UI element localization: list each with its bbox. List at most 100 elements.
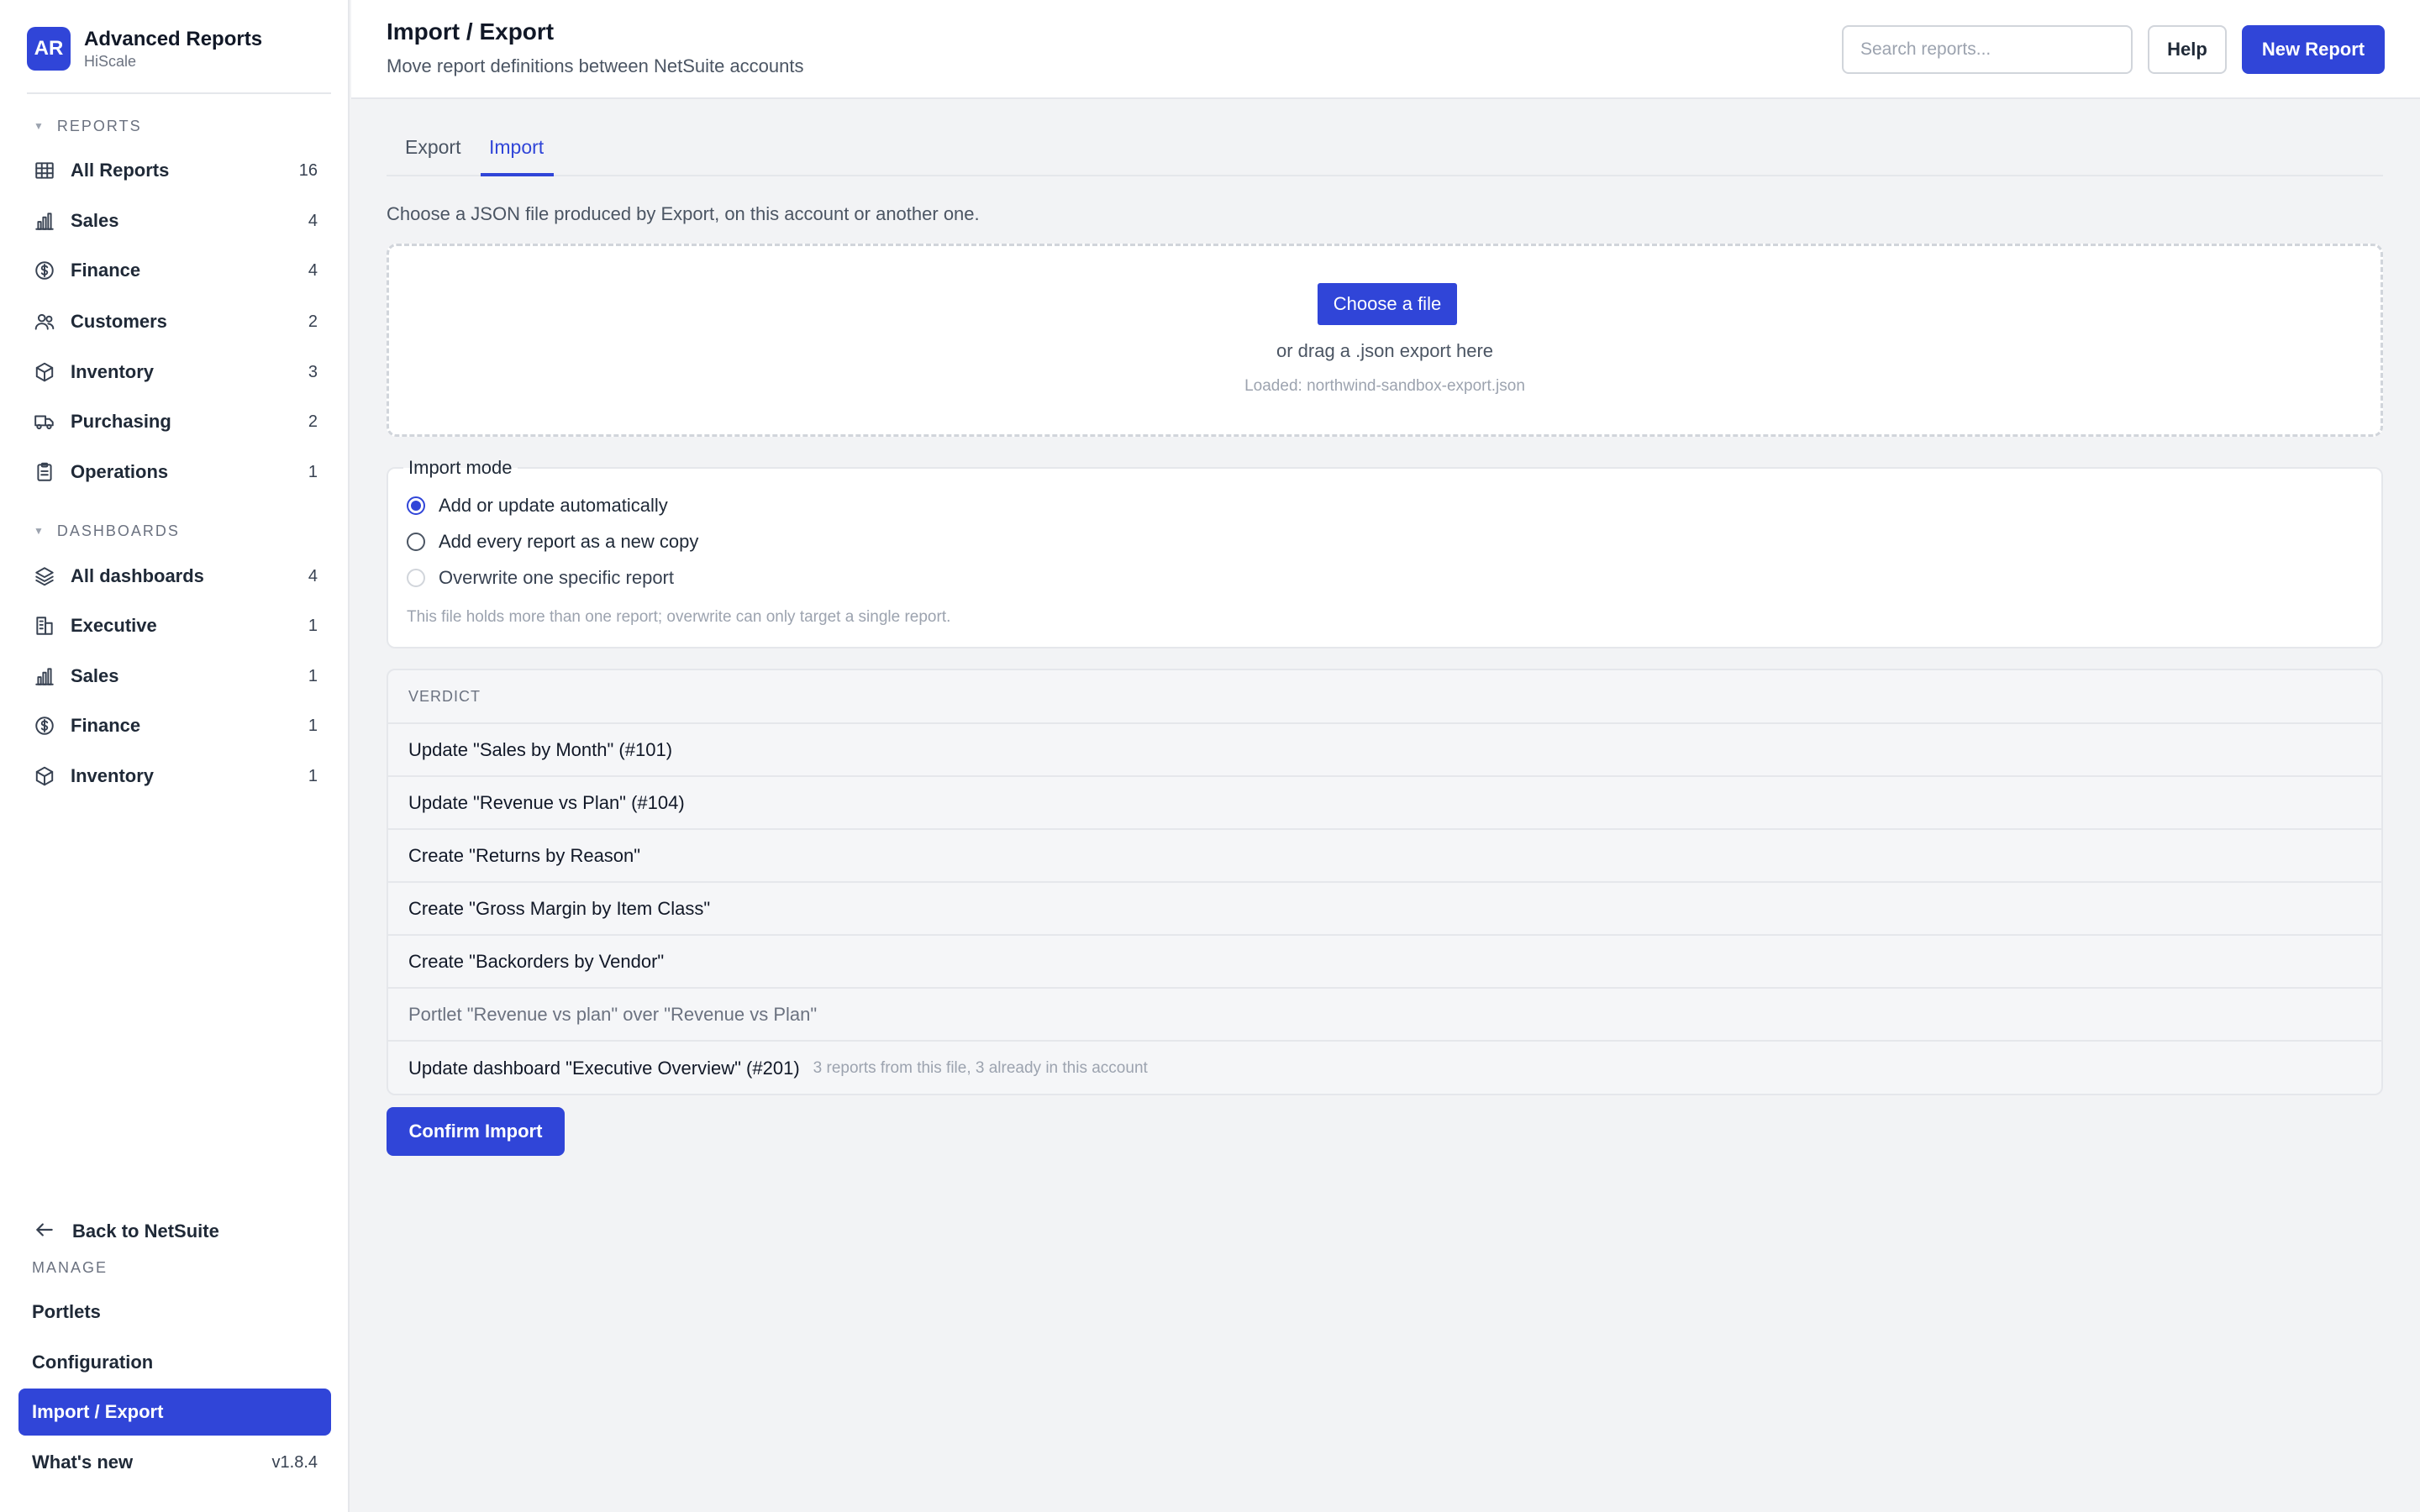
radio-unchecked[interactable] xyxy=(407,533,425,551)
sidebar-item-customers[interactable]: Customers 2 xyxy=(20,298,331,345)
divider xyxy=(27,92,331,94)
building-icon xyxy=(34,615,55,637)
verdict-row: Create "Gross Margin by Item Class" xyxy=(388,883,2381,936)
brand[interactable]: AR Advanced Reports HiScale xyxy=(27,27,262,71)
top-bar: Import / Export Move report definitions … xyxy=(351,0,2420,99)
sidebar-item-label: All Reports xyxy=(71,160,170,181)
table-icon xyxy=(34,160,55,181)
sidebar-item-count: 1 xyxy=(308,616,318,635)
sidebar-item-operations[interactable]: Operations 1 xyxy=(20,449,331,496)
verdict-row: Update "Revenue vs Plan" (#104) xyxy=(388,777,2381,830)
mode-note: This file holds more than one report; ov… xyxy=(407,608,951,626)
radio-disabled xyxy=(407,569,425,587)
sidebar-item-count: 1 xyxy=(308,716,318,735)
arrow-left-icon xyxy=(34,1219,72,1245)
verdict-header: VERDICT xyxy=(388,670,2381,724)
mode-option-overwrite: Overwrite one specific report xyxy=(407,564,674,591)
dashboards-section-header[interactable]: ▼ DASHBOARDS xyxy=(34,521,180,541)
page-title: Import / Export xyxy=(387,18,555,45)
layers-icon xyxy=(34,565,55,587)
page-subtitle: Move report definitions between NetSuite… xyxy=(387,55,804,76)
dollar-circle-icon xyxy=(34,715,55,737)
radio-checked[interactable] xyxy=(407,496,425,515)
sidebar-item-label: Customers xyxy=(71,311,167,332)
verdict-note: 3 reports from this file, 3 already in t… xyxy=(813,1058,1148,1077)
sidebar-item-all-dashboards[interactable]: All dashboards 4 xyxy=(20,553,331,600)
sidebar-item-portlets[interactable]: Portlets xyxy=(18,1289,331,1336)
sidebar-item-count: 4 xyxy=(308,566,318,585)
sidebar-item-label: Inventory xyxy=(71,765,155,786)
sidebar-item-whats-new[interactable]: What's new v1.8.4 xyxy=(18,1439,331,1486)
manage-section-header: MANAGE xyxy=(32,1258,108,1276)
verdict-row: Update "Sales by Month" (#101) xyxy=(388,724,2381,777)
sidebar-item-label: Sales xyxy=(71,665,119,686)
sidebar-item-count: 1 xyxy=(308,766,318,785)
caret-down-icon: ▼ xyxy=(34,120,45,132)
sidebar-item-count: 2 xyxy=(308,312,318,331)
sidebar-item-dashboard-sales[interactable]: Sales 1 xyxy=(20,653,331,700)
verdict-row: Update dashboard "Executive Overview" (#… xyxy=(408,1057,1148,1079)
sidebar-item-label: Executive xyxy=(71,615,157,636)
bar-chart-icon xyxy=(34,210,55,232)
sidebar-item-count: 16 xyxy=(298,160,318,180)
confirm-import-button[interactable]: Confirm Import xyxy=(387,1107,565,1156)
mode-option-auto[interactable]: Add or update automatically xyxy=(407,492,668,519)
bar-chart-icon xyxy=(34,665,55,687)
import-mode-legend: Import mode xyxy=(403,457,518,479)
sidebar-item-label: Inventory xyxy=(71,361,155,382)
new-report-button[interactable]: New Report xyxy=(2242,25,2385,74)
app-title: Advanced Reports xyxy=(84,28,263,50)
mode-option-new-copy[interactable]: Add every report as a new copy xyxy=(407,528,698,555)
sidebar-item-finance[interactable]: Finance 4 xyxy=(20,247,331,294)
sidebar-item-label: Sales xyxy=(71,210,119,231)
help-button[interactable]: Help xyxy=(2148,25,2227,74)
sidebar-item-all-reports[interactable]: All Reports 16 xyxy=(20,147,331,194)
sidebar-item-count: 4 xyxy=(308,211,318,230)
verdict-row: Create "Backorders by Vendor" xyxy=(388,936,2381,989)
drop-hint: or drag a .json export here xyxy=(1276,340,1494,361)
caret-down-icon: ▼ xyxy=(34,525,45,537)
sidebar-item-label: Finance xyxy=(71,260,141,281)
reports-section-header[interactable]: ▼ REPORTS xyxy=(34,116,142,136)
sidebar-item-dashboard-inventory[interactable]: Inventory 1 xyxy=(20,753,331,800)
back-to-netsuite-link[interactable]: Back to NetSuite xyxy=(34,1213,219,1250)
dollar-circle-icon xyxy=(34,260,55,281)
users-icon xyxy=(34,311,55,333)
app-subtitle: HiScale xyxy=(84,53,137,70)
sidebar-item-count: 1 xyxy=(308,462,318,481)
choose-file-button[interactable]: Choose a file xyxy=(1318,283,1457,325)
sidebar-item-import-export[interactable]: Import / Export xyxy=(18,1389,331,1436)
sidebar-item-label: Purchasing xyxy=(71,411,171,432)
file-dropzone[interactable]: Choose a file or drag a .json export her… xyxy=(387,244,2383,437)
box-icon xyxy=(34,361,55,383)
version-label: v1.8.4 xyxy=(271,1452,318,1472)
sidebar-item-dashboard-finance[interactable]: Finance 1 xyxy=(20,702,331,749)
truck-icon xyxy=(34,411,55,433)
sidebar-item-count: 4 xyxy=(308,260,318,280)
sidebar-item-label: Finance xyxy=(71,715,141,736)
verdict-row: Portlet "Revenue vs plan" over "Revenue … xyxy=(388,989,2381,1042)
sidebar-item-count: 2 xyxy=(308,412,318,431)
sidebar-item-purchasing[interactable]: Purchasing 2 xyxy=(20,398,331,445)
tab-import[interactable]: Import xyxy=(481,129,555,176)
sidebar-item-executive[interactable]: Executive 1 xyxy=(20,602,331,649)
search-input[interactable] xyxy=(1842,25,2133,74)
sidebar-item-count: 3 xyxy=(308,362,318,381)
sidebar-item-sales[interactable]: Sales 4 xyxy=(20,197,331,244)
tab-bar: Export Import xyxy=(387,129,2383,176)
box-icon xyxy=(34,765,55,787)
import-mode-group: Import mode Add or update automatically … xyxy=(387,457,2383,648)
sidebar-item-count: 1 xyxy=(308,666,318,685)
import-intro: Choose a JSON file produced by Export, o… xyxy=(387,203,980,224)
sidebar-item-configuration[interactable]: Configuration xyxy=(18,1339,331,1386)
verdict-row: Create "Returns by Reason" xyxy=(388,830,2381,883)
tab-export[interactable]: Export xyxy=(405,129,460,176)
verdict-table: VERDICT Update "Sales by Month" (#101) U… xyxy=(387,669,2383,1095)
sidebar: AR Advanced Reports HiScale ▼ REPORTS Al… xyxy=(0,0,350,1512)
sidebar-item-inventory[interactable]: Inventory 3 xyxy=(20,349,331,396)
sidebar-item-label: Operations xyxy=(71,461,169,482)
sidebar-item-label: All dashboards xyxy=(71,565,204,586)
app-logo: AR xyxy=(27,27,71,71)
loaded-file-status: Loaded: northwind-sandbox-export.json xyxy=(1244,377,1525,395)
clipboard-icon xyxy=(34,461,55,483)
